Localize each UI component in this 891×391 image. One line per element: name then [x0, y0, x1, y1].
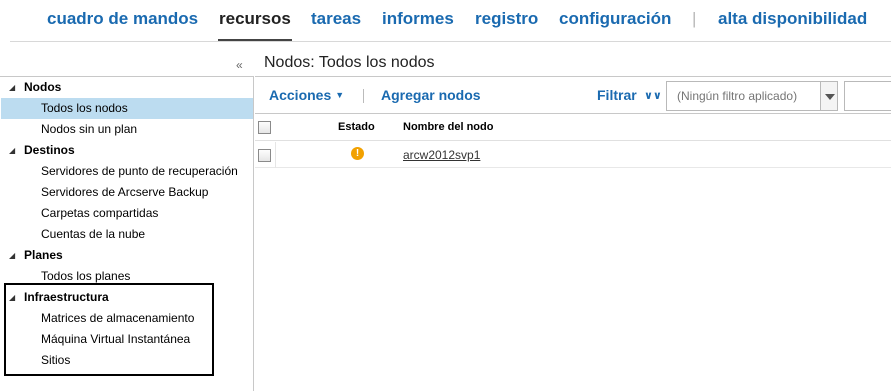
tree-item-nodes-without-plan[interactable]: Nodos sin un plan: [1, 119, 253, 140]
nav-log[interactable]: registro: [475, 9, 538, 29]
nav-dashboard[interactable]: cuadro de mandos: [47, 9, 198, 29]
expand-triangle-icon[interactable]: ◢: [9, 245, 15, 266]
nav-reports[interactable]: informes: [382, 9, 454, 29]
filter-button[interactable]: Filtrar: [597, 87, 637, 103]
nav-divider: [10, 41, 891, 42]
nav-high-availability[interactable]: alta disponibilidad: [718, 9, 867, 29]
warning-icon: !: [351, 147, 364, 160]
grid-header: Estado Nombre del nodo: [255, 115, 891, 141]
tree-item-recovery-point-servers[interactable]: Servidores de punto de recuperación: [1, 161, 253, 182]
caret-down-icon: ▼: [335, 90, 345, 100]
resource-tree: ◢ Nodos Todos los nodos Nodos sin un pla…: [0, 76, 254, 391]
tree-group-label: Nodos: [24, 80, 62, 94]
nav-jobs[interactable]: tareas: [311, 9, 361, 29]
search-input[interactable]: [844, 81, 891, 111]
cell-divider: [275, 142, 276, 168]
row-checkbox[interactable]: [258, 149, 271, 162]
column-header-status[interactable]: Estado: [338, 121, 375, 133]
nav-settings[interactable]: configuración: [559, 9, 671, 29]
collapse-panel-icon[interactable]: «: [236, 58, 243, 72]
tree-group-nodes[interactable]: ◢ Nodos: [1, 77, 253, 98]
tree-item-label: Máquina Virtual Instantánea: [41, 332, 191, 346]
tree-group-label: Planes: [24, 248, 63, 262]
tree-group-label: Infraestructura: [24, 290, 109, 304]
node-name-link[interactable]: arcw2012svp1: [403, 148, 480, 162]
tree-item-arcserve-backup-servers[interactable]: Servidores de Arcserve Backup: [1, 182, 253, 203]
page-title: Nodos: Todos los nodos: [264, 54, 435, 71]
tree-item-all-nodes[interactable]: Todos los nodos: [1, 98, 253, 119]
top-navigation: cuadro de mandos recursos tareas informe…: [0, 0, 891, 42]
tree-item-label: Servidores de Arcserve Backup: [41, 185, 209, 199]
tree-item-label: Nodos sin un plan: [41, 122, 138, 136]
expand-triangle-icon[interactable]: ◢: [9, 140, 15, 161]
nav-separator: |: [692, 9, 697, 28]
tree-item-label: Todos los planes: [41, 269, 131, 283]
tree-item-cloud-accounts[interactable]: Cuentas de la nube: [1, 224, 253, 245]
tree-item-label: Matrices de almacenamiento: [41, 311, 195, 325]
tree-group-destinations[interactable]: ◢ Destinos: [1, 140, 253, 161]
tree-group-infrastructure[interactable]: ◢ Infraestructura: [1, 287, 253, 308]
nav-resources[interactable]: recursos: [219, 9, 291, 29]
column-header-node-name[interactable]: Nombre del nodo: [403, 121, 493, 133]
tree-group-plans[interactable]: ◢ Planes: [1, 245, 253, 266]
actions-label: Acciones: [269, 87, 332, 103]
double-chevron-down-icon[interactable]: ∨∨: [644, 89, 662, 102]
expand-triangle-icon[interactable]: ◢: [9, 287, 15, 308]
tree-item-sites[interactable]: Sitios: [1, 350, 253, 371]
tree-group-label: Destinos: [24, 143, 75, 157]
tree-item-label: Todos los nodos: [41, 101, 128, 115]
tree-item-label: Sitios: [41, 353, 71, 367]
toolbar-separator: [363, 89, 364, 103]
tree-item-label: Carpetas compartidas: [41, 206, 159, 220]
select-all-checkbox[interactable]: [258, 121, 271, 134]
tree-item-storage-arrays[interactable]: Matrices de almacenamiento: [1, 308, 253, 329]
tree-item-label: Cuentas de la nube: [41, 227, 146, 241]
actions-menu-button[interactable]: Acciones ▼: [269, 87, 344, 103]
tree-item-label: Servidores de punto de recuperación: [41, 164, 238, 178]
expand-triangle-icon[interactable]: ◢: [9, 77, 15, 98]
filter-input[interactable]: [666, 81, 820, 111]
tree-item-shared-folders[interactable]: Carpetas compartidas: [1, 203, 253, 224]
filter-dropdown-button[interactable]: [820, 81, 838, 111]
tree-item-all-plans[interactable]: Todos los planes: [1, 266, 253, 287]
tree-item-instant-vm[interactable]: Máquina Virtual Instantánea: [1, 329, 253, 350]
table-row[interactable]: ! arcw2012svp1: [255, 142, 891, 168]
add-nodes-button[interactable]: Agregar nodos: [381, 87, 481, 103]
